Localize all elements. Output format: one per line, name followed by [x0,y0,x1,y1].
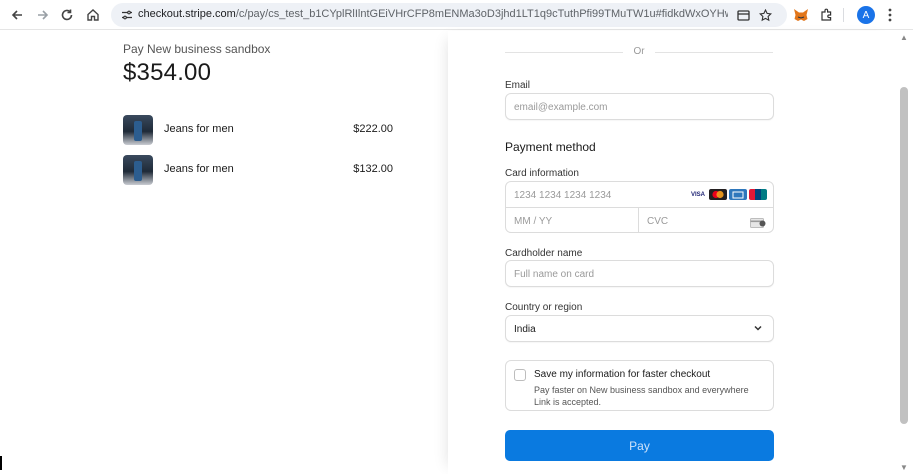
toolbar-separator [843,8,844,22]
product-price: $132.00 [353,163,393,175]
card-number-field[interactable]: 1234 1234 1234 1234 VISA [506,182,773,208]
email-placeholder: email@example.com [514,102,608,113]
url-host: checkout.stripe.com [138,8,236,20]
or-divider: Or [505,46,773,57]
back-arrow-icon[interactable] [7,5,27,25]
product-thumbnail [123,115,153,145]
country-value: India [514,324,536,335]
bookmark-star-icon[interactable] [757,7,773,23]
extensions-puzzle-icon[interactable] [818,6,836,24]
expiry-placeholder: MM / YY [514,216,553,227]
cvc-placeholder: CVC [647,216,669,227]
merchant-name: Pay New business sandbox [123,42,271,56]
email-field[interactable]: email@example.com [505,93,774,120]
line-item: Jeans for men $132.00 [123,155,393,185]
reload-icon[interactable] [57,5,77,25]
page-scrollbar[interactable]: ▲ ▼ [896,31,913,474]
product-thumbnail [123,155,153,185]
cardholder-label: Cardholder name [505,248,583,259]
home-icon[interactable] [83,5,103,25]
divider-line [655,52,773,53]
cvc-card-icon [750,215,766,228]
country-label: Country or region [505,302,583,313]
card-info-label: Card information [505,168,579,179]
product-name: Jeans for men [164,163,234,175]
url-path: /c/pay/cs_test_b1CYplRlIlntGEiVHrCFP8mEN… [235,8,728,20]
mastercard-icon [709,189,727,200]
tab-search-icon[interactable] [735,7,751,23]
browser-toolbar: checkout.stripe.com/c/pay/cs_test_b1CYpl… [0,0,913,30]
product-name: Jeans for men [164,123,234,135]
visa-icon: VISA [689,189,707,200]
unionpay-icon [749,189,767,200]
order-total: $354.00 [123,59,212,86]
product-price: $222.00 [353,123,393,135]
cvc-field[interactable]: CVC [639,208,773,233]
save-info-description: Pay faster on New business sandbox and e… [534,385,749,407]
profile-avatar[interactable]: A [857,6,875,24]
expiry-field[interactable]: MM / YY [506,208,639,233]
site-info-icon[interactable] [119,7,135,23]
chevron-down-icon [753,323,763,336]
card-number-placeholder: 1234 1234 1234 1234 [514,190,612,201]
metamask-icon[interactable] [792,6,810,24]
address-bar[interactable]: checkout.stripe.com/c/pay/cs_test_b1CYpl… [111,3,787,27]
save-info-checkbox[interactable] [514,369,526,381]
scrollbar-thumb[interactable] [900,87,908,424]
cardholder-name-field[interactable]: Full name on card [505,260,774,287]
text-cursor [0,456,2,470]
save-info-title: Save my information for faster checkout [534,369,711,380]
divider-line [505,52,623,53]
payment-method-title: Payment method [505,140,596,154]
or-text: Or [633,46,645,57]
forward-arrow-icon[interactable] [33,5,53,25]
scroll-down-icon[interactable]: ▼ [900,463,908,472]
order-summary-panel: Pay New business sandbox $354.00 Jeans f… [0,31,448,474]
scroll-up-icon[interactable]: ▲ [900,33,908,42]
email-label: Email [505,80,531,91]
card-information-group: 1234 1234 1234 1234 VISA MM / YY CVC [505,181,774,233]
amex-icon [729,189,747,200]
cardholder-placeholder: Full name on card [514,269,595,280]
save-info-box: Save my information for faster checkout … [505,360,774,411]
more-menu-icon[interactable] [881,6,899,24]
country-select[interactable]: India [505,315,774,342]
pay-button[interactable]: Pay [505,430,774,461]
payment-form-panel: Or Email email@example.com Payment metho… [448,31,896,474]
line-item: Jeans for men $222.00 [123,115,393,145]
url-text[interactable]: checkout.stripe.com/c/pay/cs_test_b1CYpl… [138,8,728,20]
